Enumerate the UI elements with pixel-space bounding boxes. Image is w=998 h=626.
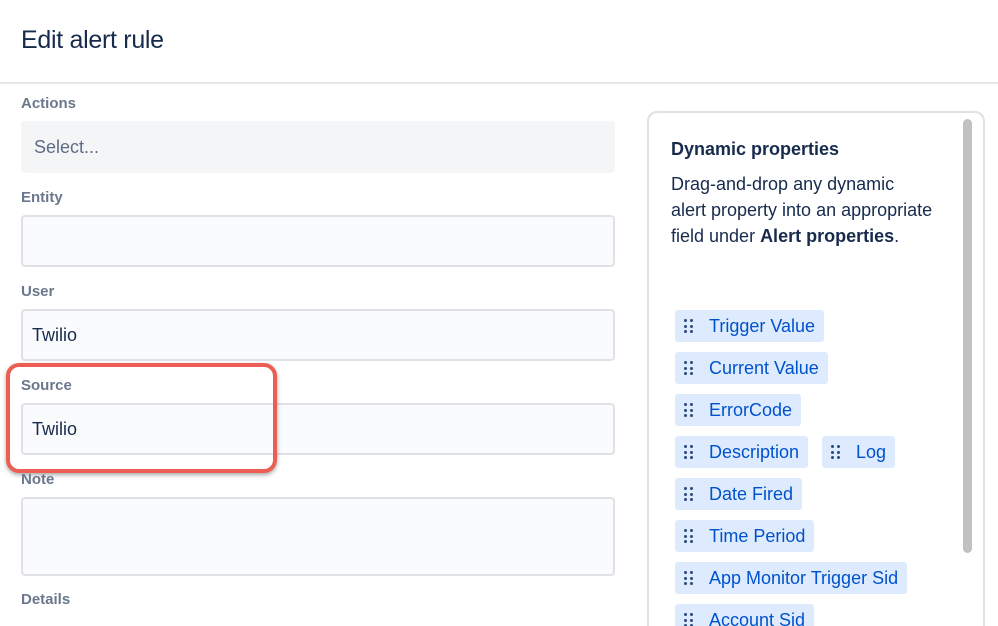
dynamic-properties-title: Dynamic properties	[671, 139, 840, 159]
page-title: Edit alert rule	[21, 26, 164, 54]
panel-scrollbar[interactable]	[961, 117, 975, 626]
chip-app-monitor-trigger-sid[interactable]: App Monitor Trigger Sid	[675, 562, 908, 594]
chip-label: Date Fired	[709, 483, 794, 504]
source-highlight-box	[6, 363, 277, 473]
page-header: Edit alert rule	[0, 0, 998, 84]
chip-label: Time Period	[709, 525, 806, 546]
drag-handle-icon	[684, 319, 696, 333]
chip-label: Description	[709, 441, 800, 462]
actions-select[interactable]: Select...	[21, 121, 615, 173]
drag-handle-icon	[684, 487, 696, 501]
drag-handle-icon	[684, 403, 696, 417]
drag-handle-icon	[684, 445, 696, 459]
chip-label: ErrorCode	[709, 399, 793, 420]
note-textarea[interactable]	[21, 497, 615, 576]
chip-date-fired[interactable]: Date Fired	[675, 478, 803, 510]
chip-error-code[interactable]: ErrorCode	[675, 394, 802, 426]
actions-label: Actions	[21, 95, 77, 112]
chip-label: Log	[856, 441, 887, 462]
drag-handle-icon	[684, 529, 696, 543]
drag-handle-icon	[831, 445, 843, 459]
entity-label: Entity	[21, 189, 63, 206]
chip-account-sid[interactable]: Account Sid	[675, 604, 815, 626]
description-end: .	[894, 226, 900, 246]
entity-input[interactable]	[21, 215, 615, 267]
user-value: Twilio	[32, 324, 78, 345]
chip-label: App Monitor Trigger Sid	[709, 567, 899, 588]
chip-label: Trigger Value	[709, 315, 816, 336]
chip-trigger-value[interactable]: Trigger Value	[675, 310, 825, 342]
drag-handle-icon	[684, 571, 696, 585]
actions-placeholder: Select...	[34, 136, 100, 157]
dynamic-properties-description: Drag-and-drop any dynamic alert property…	[671, 171, 933, 249]
note-label: Note	[21, 471, 55, 488]
drag-handle-icon	[684, 613, 696, 626]
user-input[interactable]: Twilio	[21, 309, 615, 361]
chip-time-period[interactable]: Time Period	[675, 520, 815, 552]
drag-handle-icon	[684, 361, 696, 375]
description-bold-text: Alert properties	[760, 226, 895, 246]
chip-current-value[interactable]: Current Value	[675, 352, 828, 384]
chip-description[interactable]: Description	[675, 436, 809, 468]
scrollbar-thumb[interactable]	[963, 119, 972, 553]
user-label: User	[21, 283, 55, 300]
chip-log[interactable]: Log	[822, 436, 896, 468]
chip-label: Current Value	[709, 357, 819, 378]
dynamic-properties-panel: Dynamic properties Drag-and-drop any dyn…	[647, 111, 985, 626]
chip-label: Account Sid	[709, 609, 806, 626]
details-label: Details	[21, 591, 71, 608]
